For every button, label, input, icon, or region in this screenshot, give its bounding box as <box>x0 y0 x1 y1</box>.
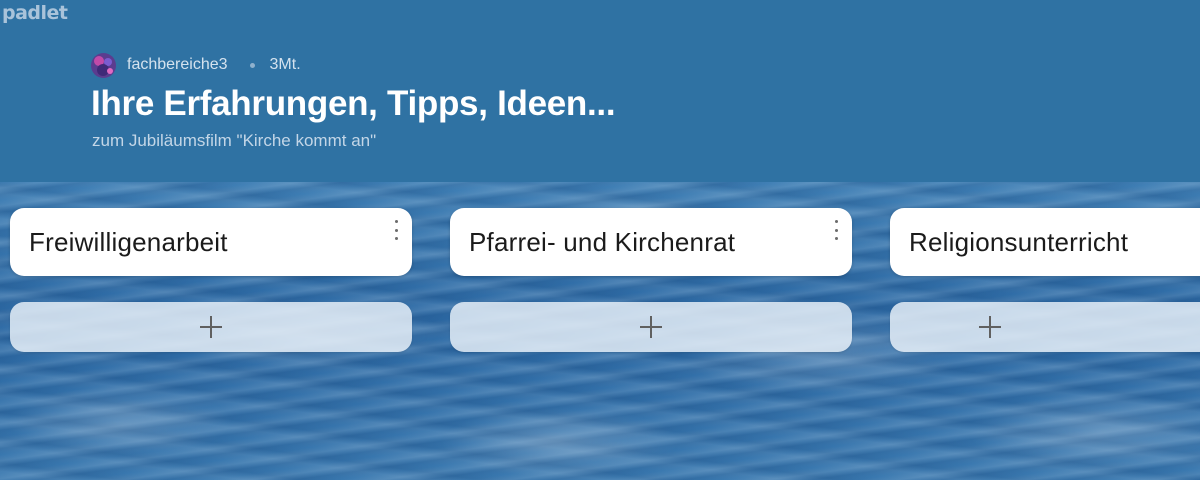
page-subtitle: zum Jubiläumsfilm "Kirche kommt an" <box>92 131 377 150</box>
separator-dot <box>249 62 255 68</box>
time-ago: 3Mt. <box>269 56 301 73</box>
padlet-logo[interactable]: padlet <box>2 2 68 24</box>
author-name[interactable]: fachbereiche3 <box>127 56 228 74</box>
page-title: Ihre Erfahrungen, Tipps, Ideen... <box>91 84 616 123</box>
column-freiwilligenarbeit: Freiwilligenarbeit <box>10 208 412 352</box>
vertical-ellipsis-icon[interactable] <box>830 220 842 240</box>
column-header[interactable]: Pfarrei- und Kirchenrat <box>450 208 852 276</box>
add-post-button[interactable] <box>10 302 412 352</box>
column-header[interactable]: Religionsunterricht <box>890 208 1200 276</box>
column-title: Freiwilligenarbeit <box>29 227 228 257</box>
vertical-ellipsis-icon[interactable] <box>390 220 402 240</box>
column-title: Pfarrei- und Kirchenrat <box>469 227 736 257</box>
plus-icon <box>640 316 662 338</box>
board-meta: fachbereiche3 3Mt. <box>91 52 301 78</box>
plus-icon <box>979 316 1001 338</box>
avatar[interactable] <box>91 52 116 78</box>
plus-icon <box>200 316 222 338</box>
padlet-page: padlet fachbereiche3 3Mt. Ihre Erfahrung… <box>0 0 1200 480</box>
board-header: padlet fachbereiche3 3Mt. Ihre Erfahrung… <box>0 0 1200 182</box>
add-post-button[interactable] <box>450 302 852 352</box>
column-pfarrei-und-kirchenrat: Pfarrei- und Kirchenrat <box>450 208 852 352</box>
add-post-button[interactable] <box>890 302 1200 352</box>
column-title: Religionsunterricht <box>909 227 1129 257</box>
column-religionsunterricht: Religionsunterricht <box>890 208 1200 352</box>
column-header[interactable]: Freiwilligenarbeit <box>10 208 412 276</box>
